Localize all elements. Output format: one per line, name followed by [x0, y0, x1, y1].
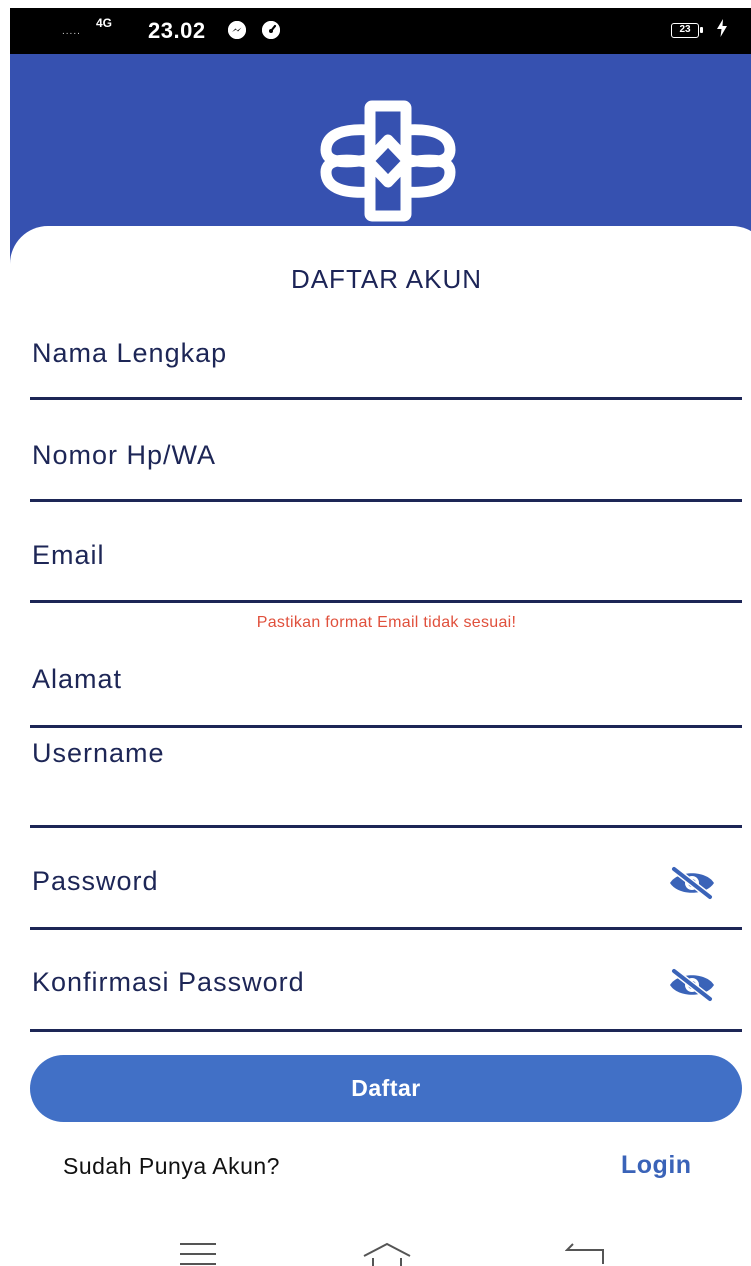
phone-placeholder: Nomor Hp/WA — [32, 440, 217, 470]
address-field[interactable]: Alamat — [30, 656, 742, 728]
page-title: DAFTAR AKUN — [290, 264, 483, 294]
email-placeholder: Email — [32, 540, 105, 570]
home-icon[interactable] — [362, 1242, 412, 1266]
have-account-text: Sudah Punya Akun? — [63, 1153, 280, 1179]
status-bar: ..... 4G 23.02 23 — [10, 8, 751, 54]
messenger-icon — [228, 21, 246, 39]
full-name-placeholder: Nama Lengkap — [32, 338, 228, 368]
password-placeholder: Password — [32, 866, 159, 896]
full-name-field[interactable]: Nama Lengkap — [30, 326, 742, 400]
email-error-message: Pastikan format Email tidak sesuai! — [256, 614, 517, 631]
back-icon[interactable] — [565, 1242, 605, 1266]
ornament-logo-icon — [320, 100, 456, 222]
register-button[interactable]: Daftar — [30, 1055, 742, 1122]
app-screen: ..... 4G 23.02 23 DAFTAR AKUN Nama Lengk… — [0, 0, 751, 1266]
confirm-password-placeholder: Konfirmasi Password — [32, 967, 305, 997]
address-placeholder: Alamat — [32, 664, 123, 694]
login-link[interactable]: Login — [621, 1151, 692, 1180]
username-field[interactable]: Username — [30, 738, 742, 828]
eye-off-icon[interactable] — [668, 968, 716, 1002]
network-type: 4G — [96, 16, 113, 30]
signal-dots: ..... — [62, 26, 81, 37]
battery-icon: 23 — [671, 23, 703, 38]
charging-icon — [717, 19, 727, 42]
username-placeholder: Username — [32, 738, 165, 768]
email-field[interactable]: Email — [30, 530, 742, 603]
gauge-icon — [262, 21, 280, 39]
phone-field[interactable]: Nomor Hp/WA — [30, 428, 742, 502]
eye-off-icon[interactable] — [668, 866, 716, 900]
status-time: 23.02 — [148, 18, 206, 43]
password-field[interactable]: Password — [30, 858, 742, 930]
menu-icon[interactable] — [180, 1242, 216, 1266]
confirm-password-field[interactable]: Konfirmasi Password — [30, 960, 742, 1032]
system-nav-bar — [0, 1236, 751, 1266]
